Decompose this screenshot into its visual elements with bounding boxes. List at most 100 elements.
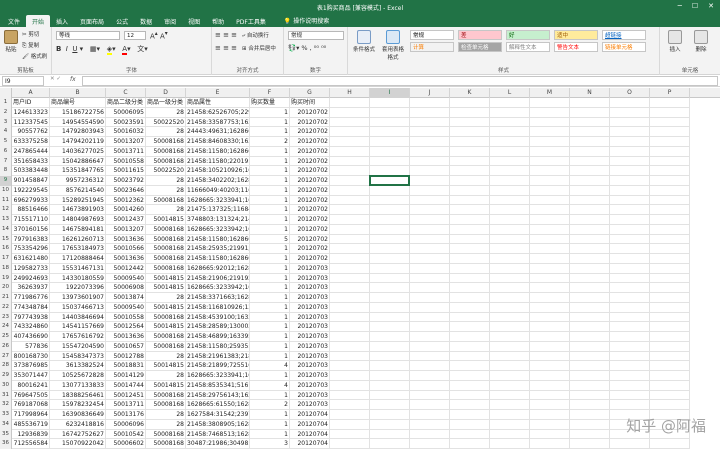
cell-O11[interactable] — [610, 195, 650, 206]
cell-H9[interactable] — [330, 176, 370, 186]
cell-O20[interactable] — [610, 283, 650, 293]
cell-G21[interactable]: 20120703 — [290, 293, 330, 303]
cell-E19[interactable]: 21458:21906;219192 — [186, 273, 250, 284]
cell-K8[interactable] — [450, 166, 490, 176]
cell-L30[interactable] — [490, 380, 530, 391]
cell-J9[interactable] — [410, 176, 450, 186]
cell-F26[interactable]: 1 — [250, 341, 290, 352]
tab-0[interactable]: 文件 — [2, 15, 26, 27]
cell-C34[interactable]: 50006096 — [106, 419, 146, 430]
cell-H18[interactable] — [330, 263, 370, 274]
cell-M21[interactable] — [530, 293, 570, 303]
cell-I4[interactable] — [370, 127, 410, 137]
cell-H3[interactable] — [330, 117, 370, 128]
maximize-icon[interactable]: ☐ — [692, 2, 698, 10]
cell-J15[interactable] — [410, 234, 450, 245]
cell-I18[interactable] — [370, 263, 410, 274]
cell-N32[interactable] — [570, 400, 610, 410]
cell-K29[interactable] — [450, 371, 490, 381]
cell-N12[interactable] — [570, 205, 610, 215]
tab-1[interactable]: 开始 — [26, 15, 51, 27]
cell-G19[interactable]: 20120703 — [290, 273, 330, 284]
cell-H8[interactable] — [330, 166, 370, 176]
cell-N35[interactable] — [570, 429, 610, 440]
cell-A22[interactable]: 774348784 — [12, 302, 50, 313]
cell-C2[interactable]: 50006095 — [106, 107, 146, 118]
cell-H25[interactable] — [330, 332, 370, 342]
cell-G18[interactable]: 20120703 — [290, 263, 330, 274]
cell-B13[interactable]: 14804987693 — [50, 215, 106, 225]
cell-E34[interactable]: 21458:3808905;1628 — [186, 419, 250, 430]
cell-L23[interactable] — [490, 312, 530, 323]
cell-N5[interactable] — [570, 137, 610, 147]
delete-button[interactable]: 删除 — [690, 30, 712, 53]
cell-L18[interactable] — [490, 263, 530, 274]
cell-D24[interactable]: 50014815 — [146, 322, 186, 332]
cell-L26[interactable] — [490, 341, 530, 352]
cell-F35[interactable]: 1 — [250, 429, 290, 440]
cell-D5[interactable]: 50008168 — [146, 137, 186, 147]
cell-F36[interactable]: 3 — [250, 439, 290, 449]
cell-O3[interactable] — [610, 117, 650, 128]
cell-style-7[interactable]: 解释性文本 — [506, 42, 550, 52]
cell-I29[interactable] — [370, 371, 410, 381]
fx-icon[interactable]: fx — [70, 76, 76, 83]
cell-style-3[interactable]: 适中 — [554, 30, 598, 40]
cell-K3[interactable] — [450, 117, 490, 128]
cell-M28[interactable] — [530, 361, 570, 371]
cut-button[interactable]: ✂ 剪切 — [22, 30, 39, 38]
cell-G29[interactable]: 20120703 — [290, 371, 330, 381]
cell-I36[interactable] — [370, 439, 410, 449]
cell-F25[interactable]: 1 — [250, 332, 290, 342]
cell-E35[interactable]: 21458:7468513;1628 — [186, 429, 250, 440]
cell-O36[interactable] — [610, 439, 650, 449]
cell-F21[interactable]: 1 — [250, 293, 290, 303]
row-number[interactable]: 32 — [0, 400, 12, 410]
cell-C21[interactable]: 50013874 — [106, 293, 146, 303]
cell-G20[interactable]: 20120703 — [290, 283, 330, 293]
cell-H5[interactable] — [330, 137, 370, 147]
cell-E27[interactable]: 21458:21961383;218 — [186, 351, 250, 362]
row-number[interactable]: 21 — [0, 293, 12, 303]
cell-A34[interactable]: 485536719 — [12, 419, 50, 430]
cell-M25[interactable] — [530, 332, 570, 342]
row-number[interactable]: 3 — [0, 117, 12, 128]
cell-H14[interactable] — [330, 224, 370, 235]
cell-E16[interactable]: 21458:25935;21991; — [186, 244, 250, 254]
cell-O15[interactable] — [610, 234, 650, 245]
cell-L20[interactable] — [490, 283, 530, 293]
cell-M10[interactable] — [530, 185, 570, 196]
cell-A36[interactable]: 712556584 — [12, 439, 50, 449]
cell-B33[interactable]: 16390836649 — [50, 410, 106, 420]
cell-O30[interactable] — [610, 380, 650, 391]
cell-B15[interactable]: 16261260713 — [50, 234, 106, 245]
cell-I26[interactable] — [370, 341, 410, 352]
cell-L2[interactable] — [490, 107, 530, 118]
cell-J12[interactable] — [410, 205, 450, 215]
cell-G2[interactable]: 20120702 — [290, 107, 330, 118]
cell-E10[interactable]: 11666049:40203;116 — [186, 185, 250, 196]
cell-J14[interactable] — [410, 224, 450, 235]
format-as-table-button[interactable]: 套用表格格式 — [380, 30, 406, 61]
cell-N27[interactable] — [570, 351, 610, 362]
cell-P11[interactable] — [650, 195, 690, 206]
cell-M27[interactable] — [530, 351, 570, 362]
cell-D3[interactable]: 50022520 — [146, 117, 186, 128]
cell-H11[interactable] — [330, 195, 370, 206]
cell-C1[interactable]: 商品二级分类 — [106, 98, 146, 108]
cell-L1[interactable] — [490, 98, 530, 108]
cell-F11[interactable]: 1 — [250, 195, 290, 206]
cell-L29[interactable] — [490, 371, 530, 381]
cell-N17[interactable] — [570, 254, 610, 264]
cell-H31[interactable] — [330, 390, 370, 401]
spreadsheet-grid[interactable]: ABCDEFGHIJKLMNOP 1 用户ID 商品编号 商品二级分类 商品一级分类 商品… — [0, 88, 720, 450]
cell-J20[interactable] — [410, 283, 450, 293]
cell-L7[interactable] — [490, 156, 530, 167]
cell-K27[interactable] — [450, 351, 490, 362]
border-icon[interactable]: ▦ — [90, 45, 97, 53]
cell-N25[interactable] — [570, 332, 610, 342]
cell-C20[interactable]: 50006908 — [106, 283, 146, 293]
cell-H35[interactable] — [330, 429, 370, 440]
cell-O4[interactable] — [610, 127, 650, 137]
cell-K26[interactable] — [450, 341, 490, 352]
